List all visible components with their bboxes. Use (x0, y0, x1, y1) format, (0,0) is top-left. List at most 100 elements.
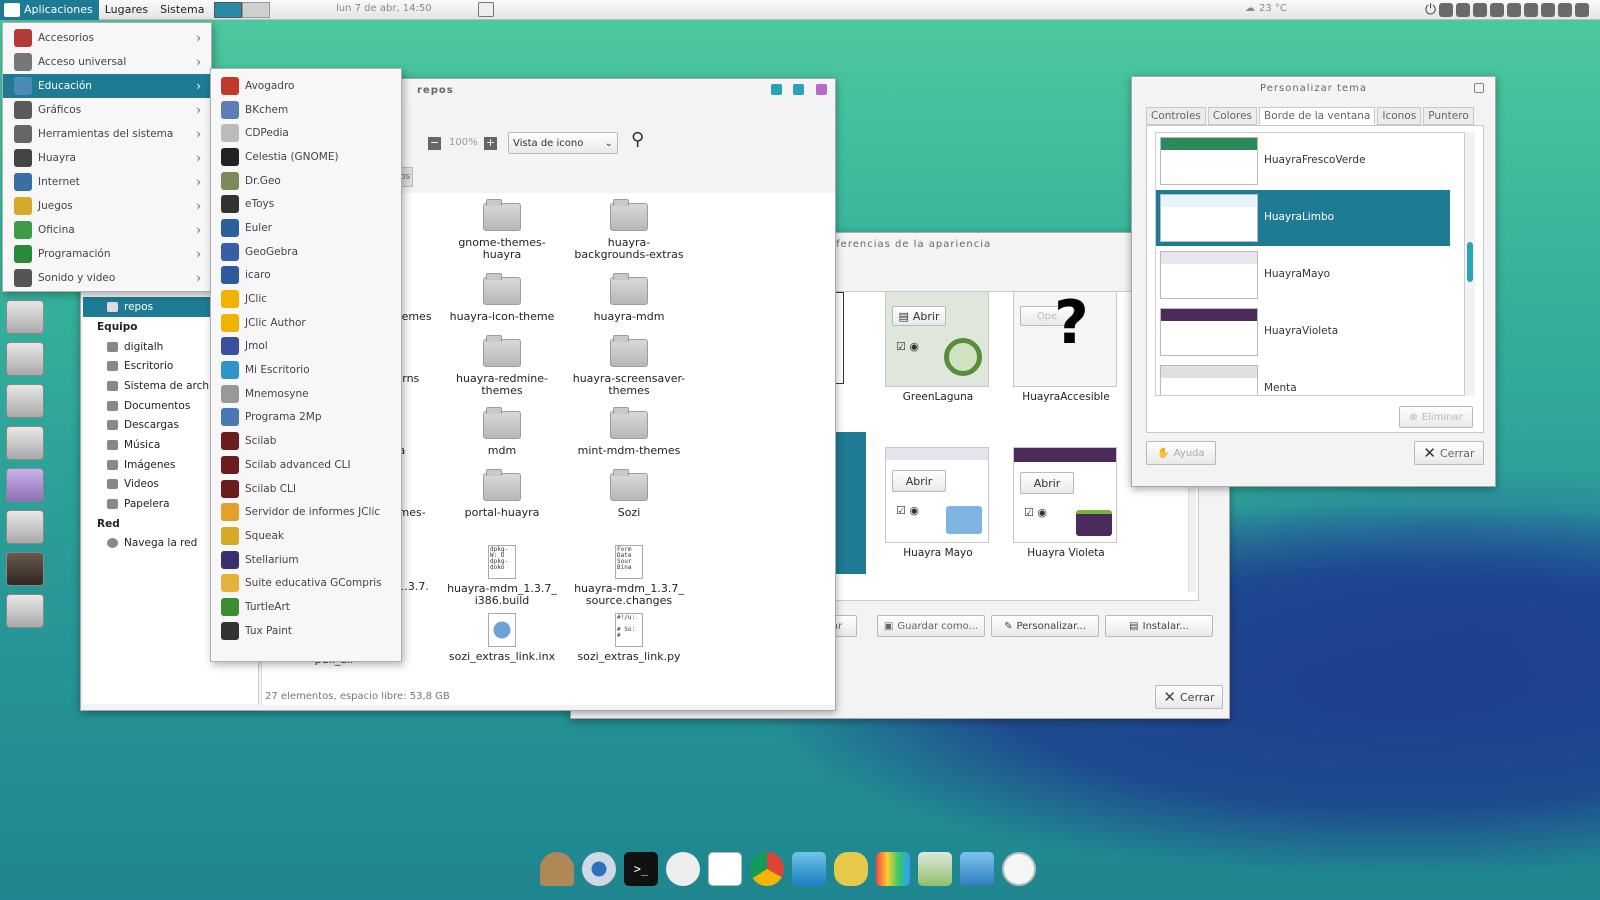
theme-row-menta[interactable]: Menta (1156, 361, 1450, 395)
theme-huayra-violeta[interactable]: Abrir ☑ ◉ (1013, 447, 1117, 543)
app-scilab[interactable]: Scilab (211, 429, 401, 453)
system-menu[interactable]: Sistema (154, 0, 210, 20)
workspace-1[interactable] (214, 1, 243, 18)
chrome-icon[interactable] (750, 852, 784, 886)
file-sozi[interactable]: Sozi (564, 469, 694, 519)
app-icaro[interactable]: icaro (211, 264, 401, 288)
file-huayra-mdm-1-3-7-i386-build[interactable]: dpkg- W: U dpkg- doko huayra-mdm_1.3.7_ i3… (437, 545, 567, 607)
list-scrollbar[interactable] (1465, 132, 1475, 396)
customize-button[interactable]: ✎ Personalizar... (991, 615, 1099, 637)
file-sozi-extras-link-inx[interactable]: sozi_extras_link.inx (437, 613, 567, 663)
app-geogebra[interactable]: GeoGebra (211, 240, 401, 264)
theme-row-huayrafrescoverde[interactable]: HuayraFrescoVerde (1156, 133, 1450, 189)
file-huayra-icon-theme[interactable]: huayra-icon-theme (437, 273, 567, 323)
trash-icon[interactable] (918, 852, 952, 886)
videos-icon[interactable] (6, 468, 44, 502)
menu-item-programaci-n[interactable]: Programación › (3, 242, 211, 266)
app-euler[interactable]: Euler (211, 216, 401, 240)
camera-icon[interactable] (6, 426, 44, 460)
file-huayra-mdm-1-3-7-source-changes[interactable]: Form Date Sour Bina huayra-mdm_1.3.7_ sour… (564, 545, 694, 607)
file-portal-huayra[interactable]: portal-huayra (437, 469, 567, 519)
network-icon[interactable] (1575, 3, 1590, 17)
user-icon[interactable] (1524, 3, 1539, 17)
app-suite-educativa-gcompris[interactable]: Suite educativa GCompris (211, 571, 401, 595)
app-scilab-advanced-cli[interactable]: Scilab advanced CLI (211, 453, 401, 477)
app-mnemosyne[interactable]: Mnemosyne (211, 382, 401, 406)
bluetooth-icon[interactable] (1439, 3, 1454, 17)
app-squeak[interactable]: Squeak (211, 524, 401, 548)
file-huayra-backgrounds-extras[interactable]: huayra-backgrounds-extras (564, 199, 694, 261)
text-editor-icon[interactable] (708, 852, 742, 886)
file-mdm[interactable]: mdm (437, 407, 567, 457)
display-icon[interactable] (1507, 3, 1522, 17)
menu-item-sonido-y-video[interactable]: Sonido y video › (3, 266, 211, 290)
app-dr-geo[interactable]: Dr.Geo (211, 169, 401, 193)
app-mi-escritorio[interactable]: Mi Escritorio (211, 358, 401, 382)
teapot-icon[interactable] (834, 852, 868, 886)
delete-button[interactable]: ⊗ Eliminar (1399, 406, 1473, 428)
scroll-thumb[interactable] (1467, 242, 1473, 282)
help-button[interactable]: ✋ Ayuda (1146, 441, 1216, 465)
power-icon[interactable]: ⏻ (1425, 2, 1436, 18)
launcher-icon[interactable] (540, 852, 574, 886)
save-as-button[interactable]: ▣ Guardar como... (877, 615, 985, 637)
monitor-icon[interactable] (1541, 3, 1556, 17)
zoom-out-button[interactable]: − (428, 137, 441, 150)
tab-colores[interactable]: Colores (1207, 107, 1258, 125)
menu-item-huayra[interactable]: Huayra › (3, 146, 211, 170)
app-cdpedia[interactable]: CDPedia (211, 121, 401, 145)
weather-applet[interactable]: ☁ 23 °C (1245, 3, 1287, 14)
desktop-icon[interactable] (960, 852, 994, 886)
menu-item-oficina[interactable]: Oficina › (3, 218, 211, 242)
app-avogadro[interactable]: Avogadro (211, 74, 401, 98)
theme-huayra-mayo[interactable]: Abrir ☑ ◉ (885, 447, 989, 543)
menu-item-internet[interactable]: Internet › (3, 170, 211, 194)
screenshot-applet-icon[interactable] (478, 2, 494, 17)
menu-item-educaci-n[interactable]: Educación › (3, 74, 211, 98)
app-bkchem[interactable]: BKchem (211, 98, 401, 122)
chromium-icon[interactable] (582, 852, 616, 886)
file-huayra-screensaver-themes[interactable]: huayra-screensaver-themes (564, 335, 694, 397)
pencil-icon[interactable] (1473, 3, 1488, 17)
theme-huayraaccesible[interactable]: Ope ? (1013, 288, 1117, 387)
file-huayra-mdm[interactable]: huayra-mdm (564, 273, 694, 323)
tab-puntero[interactable]: Puntero (1423, 107, 1474, 125)
places-menu[interactable]: Lugares (99, 0, 154, 20)
file-gnome-themes-huayra[interactable]: gnome-themes-huayra (437, 199, 567, 261)
music-icon[interactable] (6, 510, 44, 544)
search-icon[interactable]: ⚲ (631, 129, 644, 150)
folder-icon[interactable] (6, 594, 44, 628)
tab-controles[interactable]: Controles (1146, 107, 1206, 125)
theme-row-huayravioleta[interactable]: HuayraVioleta (1156, 304, 1450, 360)
cow-icon[interactable] (666, 852, 700, 886)
app-etoys[interactable]: eToys (211, 192, 401, 216)
file-sozi-extras-link-py[interactable]: #!/u: # So: # sozi_extras_link.py (564, 613, 694, 663)
app-programa-2mp[interactable]: Programa 2Mp (211, 406, 401, 430)
tab-borde-de-la-ventana[interactable]: Borde de la ventana (1259, 107, 1376, 125)
file-mint-mdm-themes[interactable]: mint-mdm-themes (564, 407, 694, 457)
app-tux-paint[interactable]: Tux Paint (211, 619, 401, 643)
maximize-button[interactable] (793, 84, 804, 95)
workspace-2[interactable] (242, 1, 271, 18)
settings-icon[interactable] (1558, 3, 1573, 17)
downloads-icon[interactable] (6, 342, 44, 376)
terminal-icon[interactable]: >_ (624, 852, 658, 886)
app-jclic-author[interactable]: JClic Author (211, 311, 401, 335)
documents-icon[interactable] (6, 384, 44, 418)
close-button[interactable] (816, 84, 827, 95)
app-stellarium[interactable]: Stellarium (211, 548, 401, 572)
app-servidor-de-informes-jclic[interactable]: Servidor de informes JClic (211, 500, 401, 524)
app-scilab-cli[interactable]: Scilab CLI (211, 477, 401, 501)
install-button[interactable]: ▤ Instalar... (1105, 615, 1213, 637)
menu-item-juegos[interactable]: Juegos › (3, 194, 211, 218)
palette-icon[interactable] (876, 852, 910, 886)
theme-row-huayramayo[interactable]: HuayraMayo (1156, 247, 1450, 303)
menu-item-herramientas-del-sistema[interactable]: Herramientas del sistema › (3, 122, 211, 146)
minimize-button[interactable] (771, 84, 782, 95)
zoom-in-button[interactable]: + (484, 137, 497, 150)
clock-icon[interactable] (1002, 852, 1036, 886)
app-jclic[interactable]: JClic (211, 287, 401, 311)
app-turtleart[interactable]: TurtleArt (211, 595, 401, 619)
menu-item-gr-ficos[interactable]: Gráficos › (3, 98, 211, 122)
customize-close-button[interactable]: ✕ Cerrar (1414, 441, 1484, 465)
